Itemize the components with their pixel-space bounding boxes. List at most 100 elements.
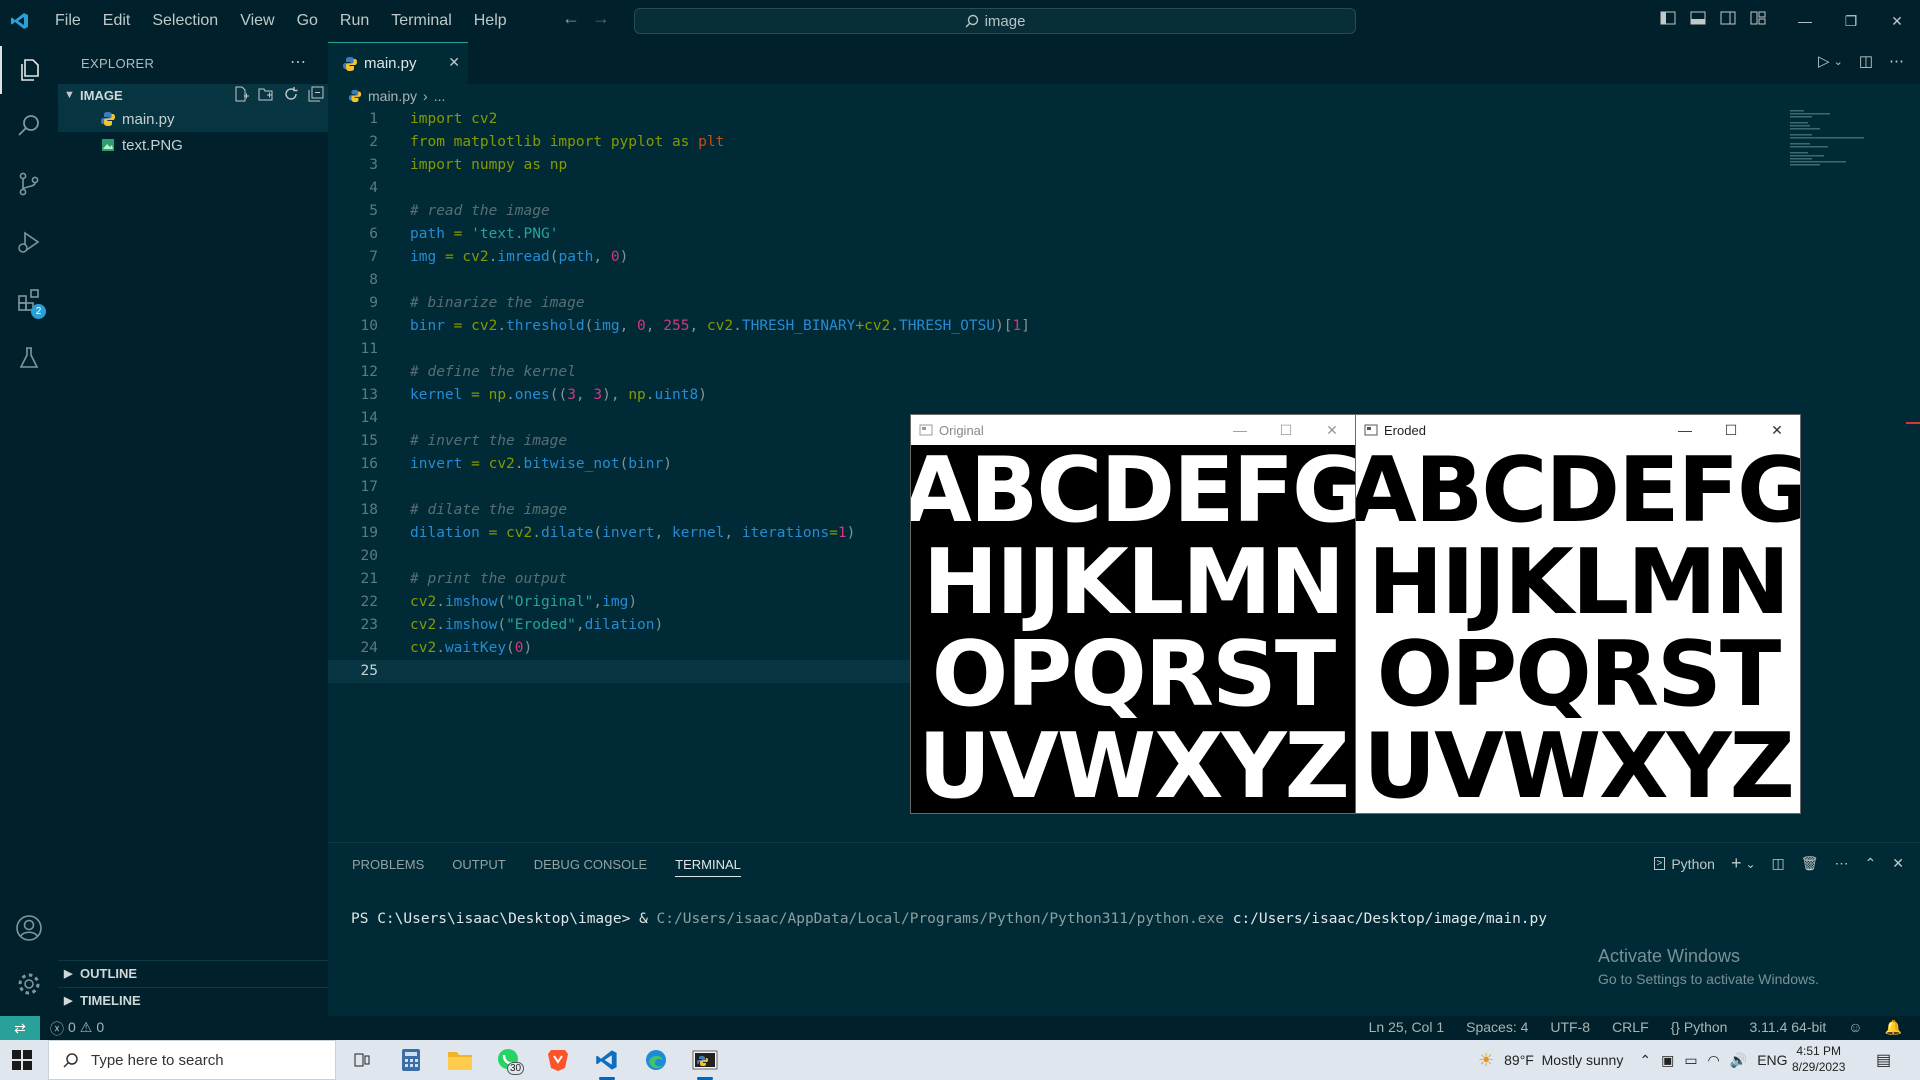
file-item-text-png[interactable]: text.PNG [58, 132, 328, 158]
windows-start-icon[interactable] [12, 1050, 32, 1075]
python-opencv-taskbar-icon[interactable] [689, 1044, 721, 1080]
weather-text[interactable]: 89°F Mostly sunny [1504, 1052, 1623, 1068]
code-line[interactable]: 1 import cv2 [328, 108, 1768, 131]
gear-icon[interactable] [0, 960, 58, 1008]
account-icon[interactable] [0, 904, 58, 952]
run-python-file-icon[interactable]: ▷ [1818, 52, 1830, 70]
chevron-down-icon[interactable]: ⌄ [1834, 55, 1843, 70]
problems-status[interactable]: ⓧ 0 ⚠ 0 [50, 1019, 104, 1039]
outline-section[interactable]: ▶ OUTLINE [58, 960, 328, 986]
file-item-main-py[interactable]: main.py [58, 106, 328, 132]
code-line[interactable]: 13 kernel = np.ones((3, 3), np.uint8) [328, 384, 1768, 407]
calculator-icon[interactable] [395, 1044, 427, 1076]
menu-help[interactable]: Help [463, 0, 518, 42]
close-tab-icon[interactable]: ✕ [448, 54, 460, 71]
meet-now-icon[interactable]: ▣ [1661, 1052, 1674, 1069]
minimize-button[interactable]: — [1662, 415, 1708, 445]
code-line[interactable]: 2 from matplotlib import pyplot as plt [328, 131, 1768, 154]
menu-selection[interactable]: Selection [141, 0, 229, 42]
code-line[interactable]: 3 import numpy as np [328, 154, 1768, 177]
terminal-output[interactable]: PS C:\Users\isaac\Desktop\image> & C:/Us… [351, 911, 1547, 927]
restore-button[interactable]: ❐ [1828, 0, 1874, 42]
menu-file[interactable]: File [44, 0, 92, 42]
weather-icon[interactable]: ☀ [1478, 1050, 1494, 1071]
cursor-position[interactable]: Ln 25, Col 1 [1369, 1019, 1445, 1036]
search-icon[interactable] [0, 102, 58, 150]
tab-problems[interactable]: PROBLEMS [352, 857, 424, 877]
code-line[interactable]: 11 [328, 338, 1768, 361]
wifi-icon[interactable]: ◠ [1708, 1052, 1720, 1069]
menu-edit[interactable]: Edit [92, 0, 142, 42]
code-line[interactable]: 9 # binarize the image [328, 292, 1768, 315]
taskbar-search[interactable]: Type here to search [48, 1040, 336, 1080]
task-view-icon[interactable] [346, 1044, 378, 1076]
testing-icon[interactable] [0, 334, 58, 382]
bell-icon[interactable]: 🔔 [1885, 1019, 1902, 1036]
code-line[interactable]: 4 [328, 177, 1768, 200]
minimap[interactable] [1790, 108, 1890, 168]
opencv-window-original[interactable]: Original — ☐ ✕ ABCDEFG HIJKLMN OPQRST UV… [910, 414, 1356, 814]
breadcrumb-symbol[interactable]: ... [434, 88, 446, 104]
new-file-icon[interactable] [233, 86, 249, 102]
maximize-button[interactable]: ☐ [1708, 415, 1754, 445]
more-actions-icon[interactable]: ⋯ [1889, 52, 1904, 70]
toggle-secondary-sidebar-icon[interactable] [1720, 10, 1736, 26]
tab-debug-console[interactable]: DEBUG CONSOLE [534, 857, 647, 877]
code-line[interactable]: 7 img = cv2.imread(path, 0) [328, 246, 1768, 269]
code-line[interactable]: 10 binr = cv2.threshold(img, 0, 255, cv2.… [328, 315, 1768, 338]
forward-arrow-icon[interactable]: → [592, 8, 610, 29]
close-button[interactable]: ✕ [1309, 415, 1355, 445]
code-line[interactable]: 5 # read the image [328, 200, 1768, 223]
edge-browser-icon[interactable] [640, 1044, 672, 1076]
code-line[interactable]: 12 # define the kernel [328, 361, 1768, 384]
run-debug-icon[interactable] [0, 218, 58, 266]
collapse-all-icon[interactable] [308, 86, 324, 102]
toggle-panel-icon[interactable] [1690, 10, 1706, 26]
terminal-profile[interactable]: Python [1671, 856, 1715, 872]
whatsapp-icon[interactable]: 30 [493, 1044, 525, 1076]
close-button[interactable]: ✕ [1754, 415, 1800, 445]
refresh-icon[interactable] [283, 86, 299, 102]
close-window-button[interactable]: ✕ [1874, 0, 1920, 42]
timeline-section[interactable]: ▶ TIMELINE [58, 987, 328, 1013]
volume-icon[interactable]: 🔊 [1730, 1052, 1747, 1069]
file-explorer-icon[interactable] [444, 1044, 476, 1076]
feedback-icon[interactable]: ☺ [1848, 1019, 1862, 1036]
language-mode[interactable]: {} Python [1671, 1019, 1728, 1036]
source-control-icon[interactable] [0, 160, 58, 208]
brave-browser-icon[interactable] [542, 1044, 574, 1076]
more-actions-icon[interactable]: ⋯ [1835, 855, 1849, 872]
chevron-down-icon[interactable]: ⌄ [1745, 857, 1755, 871]
trash-icon[interactable]: 🗑 [1801, 855, 1819, 872]
code-line[interactable]: 8 [328, 269, 1768, 292]
vscode-taskbar-icon[interactable] [591, 1044, 623, 1080]
maximize-button[interactable]: ☐ [1263, 415, 1309, 445]
notifications-icon[interactable]: ▤ [1876, 1050, 1891, 1070]
new-folder-icon[interactable] [258, 86, 274, 102]
language-indicator[interactable]: ENG [1757, 1052, 1787, 1068]
toggle-sidebar-icon[interactable] [1660, 10, 1676, 26]
line-ending[interactable]: CRLF [1612, 1019, 1649, 1036]
folder-header[interactable]: ▼ IMAGE [58, 84, 328, 106]
maximize-panel-icon[interactable]: ⌃ [1865, 855, 1877, 872]
opencv-window-eroded[interactable]: Eroded — ☐ ✕ ABCDEFG HIJKLMN OPQRST UVWX… [1355, 414, 1801, 814]
indentation[interactable]: Spaces: 4 [1466, 1019, 1528, 1036]
python-interpreter[interactable]: 3.11.4 64-bit [1749, 1019, 1826, 1036]
menu-run[interactable]: Run [329, 0, 380, 42]
battery-icon[interactable]: ▭ [1684, 1052, 1697, 1069]
minimize-button[interactable]: — [1217, 415, 1263, 445]
tab-output[interactable]: OUTPUT [452, 857, 505, 877]
close-panel-icon[interactable]: ✕ [1892, 855, 1904, 872]
new-terminal-icon[interactable]: + [1731, 853, 1742, 874]
more-actions-icon[interactable]: ⋯ [290, 52, 306, 72]
command-center-search[interactable]: image [634, 8, 1356, 34]
code-line[interactable]: 6 path = 'text.PNG' [328, 223, 1768, 246]
encoding[interactable]: UTF-8 [1550, 1019, 1590, 1036]
clock[interactable]: 4:51 PM 8/29/2023 [1792, 1043, 1845, 1075]
customize-layout-icon[interactable] [1750, 10, 1766, 26]
split-terminal-icon[interactable]: ◫ [1772, 855, 1785, 872]
tab-main-py[interactable]: main.py ✕ [328, 42, 468, 84]
explorer-icon[interactable] [0, 46, 58, 94]
menu-view[interactable]: View [229, 0, 285, 42]
back-arrow-icon[interactable]: ← [562, 8, 580, 29]
